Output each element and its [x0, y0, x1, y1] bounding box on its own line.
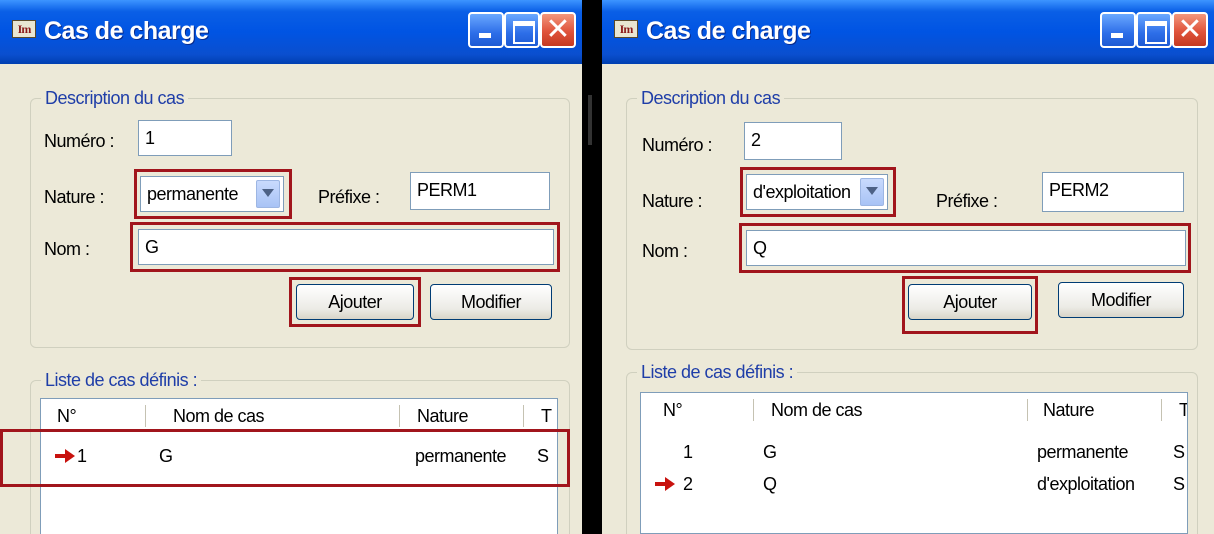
case-name: G [763, 442, 777, 462]
close-icon: ✕ [1177, 12, 1203, 47]
prefixe-label: Préfixe : [936, 191, 998, 211]
chevron-down-icon[interactable] [860, 178, 884, 206]
column-separator[interactable] [523, 405, 524, 427]
maximize-button[interactable] [1136, 12, 1172, 48]
case-type: S [1173, 474, 1185, 494]
divider [588, 95, 592, 145]
column-header-type[interactable]: T [1179, 399, 1187, 421]
column-header-nature[interactable]: Nature [417, 405, 469, 427]
maximize-icon [506, 14, 538, 46]
modify-button[interactable]: Modifier [1058, 282, 1184, 318]
defined-cases-group-label: Liste de cas définis : [637, 361, 798, 383]
column-separator[interactable] [1027, 399, 1028, 421]
cases-list[interactable]: N° Nom de cas Nature T 1 G permanente S … [640, 392, 1188, 534]
nature-dropdown[interactable]: d'exploitation [746, 174, 888, 210]
title-bar[interactable]: Im Cas de charge ✕ [0, 0, 582, 64]
window-title: Cas de charge [646, 17, 811, 45]
minimize-button[interactable] [468, 12, 504, 48]
list-header: N° Nom de cas Nature T [641, 393, 1187, 427]
chevron-down-icon[interactable] [256, 180, 280, 208]
title-bar[interactable]: Im Cas de charge ✕ [602, 0, 1214, 64]
column-header-type[interactable]: T [541, 405, 552, 427]
cases-list[interactable]: N° Nom de cas Nature T 1 G permanente S [40, 398, 558, 534]
nom-field[interactable]: Q [746, 230, 1186, 266]
app-icon: Im [614, 20, 638, 38]
column-separator[interactable] [753, 399, 754, 421]
column-separator[interactable] [1161, 399, 1162, 421]
nom-field[interactable]: G [138, 229, 554, 265]
nom-label: Nom : [642, 241, 688, 261]
modify-button[interactable]: Modifier [430, 284, 552, 320]
column-header-nature[interactable]: Nature [1043, 399, 1095, 421]
list-item[interactable]: 2 Q d'exploitation S [641, 471, 1187, 497]
column-separator[interactable] [145, 405, 146, 427]
nature-label: Nature : [642, 191, 703, 211]
case-type: S [537, 446, 549, 466]
load-case-dialog-2: Im Cas de charge ✕ Description du cas Nu… [602, 0, 1214, 534]
app-icon: Im [12, 20, 36, 38]
list-header: N° Nom de cas Nature T [41, 399, 557, 433]
numero-field[interactable]: 1 [138, 120, 232, 156]
case-number: 2 [683, 474, 693, 494]
case-type: S [1173, 442, 1185, 462]
column-header-name[interactable]: Nom de cas [173, 405, 265, 427]
maximize-button[interactable] [504, 12, 540, 48]
close-icon: ✕ [545, 12, 571, 47]
column-header-number[interactable]: N° [57, 405, 77, 427]
case-name: G [159, 446, 173, 466]
current-case-arrow-icon [55, 449, 75, 463]
column-header-name[interactable]: Nom de cas [771, 399, 863, 421]
numero-field[interactable]: 2 [744, 122, 842, 160]
nature-selected-value: d'exploitation [753, 182, 851, 202]
case-nature: permanente [1037, 442, 1129, 462]
nature-label: Nature : [44, 187, 105, 207]
current-case-arrow-icon [655, 477, 675, 491]
case-name: Q [763, 474, 777, 494]
nature-dropdown[interactable]: permanente [140, 176, 284, 212]
case-number: 1 [77, 446, 87, 466]
case-nature: permanente [415, 446, 507, 466]
maximize-icon [1138, 14, 1170, 46]
add-button[interactable]: Ajouter [296, 284, 414, 320]
add-button[interactable]: Ajouter [908, 284, 1032, 320]
minimize-button[interactable] [1100, 12, 1136, 48]
prefixe-field[interactable]: PERM2 [1042, 172, 1184, 212]
case-number: 1 [683, 442, 693, 462]
column-header-number[interactable]: N° [663, 399, 683, 421]
defined-cases-group-label: Liste de cas définis : [41, 369, 202, 391]
numero-label: Numéro : [44, 131, 115, 151]
nom-label: Nom : [44, 239, 90, 259]
list-item[interactable]: 1 G permanente S [641, 439, 1187, 465]
numero-label: Numéro : [642, 135, 713, 155]
nature-selected-value: permanente [147, 184, 239, 204]
prefixe-label: Préfixe : [318, 187, 380, 207]
description-group-label: Description du cas [637, 87, 785, 109]
description-group-label: Description du cas [41, 87, 189, 109]
load-case-dialog-1: Im Cas de charge ✕ Description du cas Nu… [0, 0, 582, 534]
window-title: Cas de charge [44, 17, 209, 45]
prefixe-field[interactable]: PERM1 [410, 172, 550, 210]
close-button[interactable]: ✕ [1172, 12, 1208, 48]
column-separator[interactable] [399, 405, 400, 427]
case-nature: d'exploitation [1037, 474, 1135, 494]
minimize-icon [470, 14, 502, 46]
minimize-icon [1102, 14, 1134, 46]
list-item[interactable]: 1 G permanente S [41, 443, 557, 469]
close-button[interactable]: ✕ [540, 12, 576, 48]
